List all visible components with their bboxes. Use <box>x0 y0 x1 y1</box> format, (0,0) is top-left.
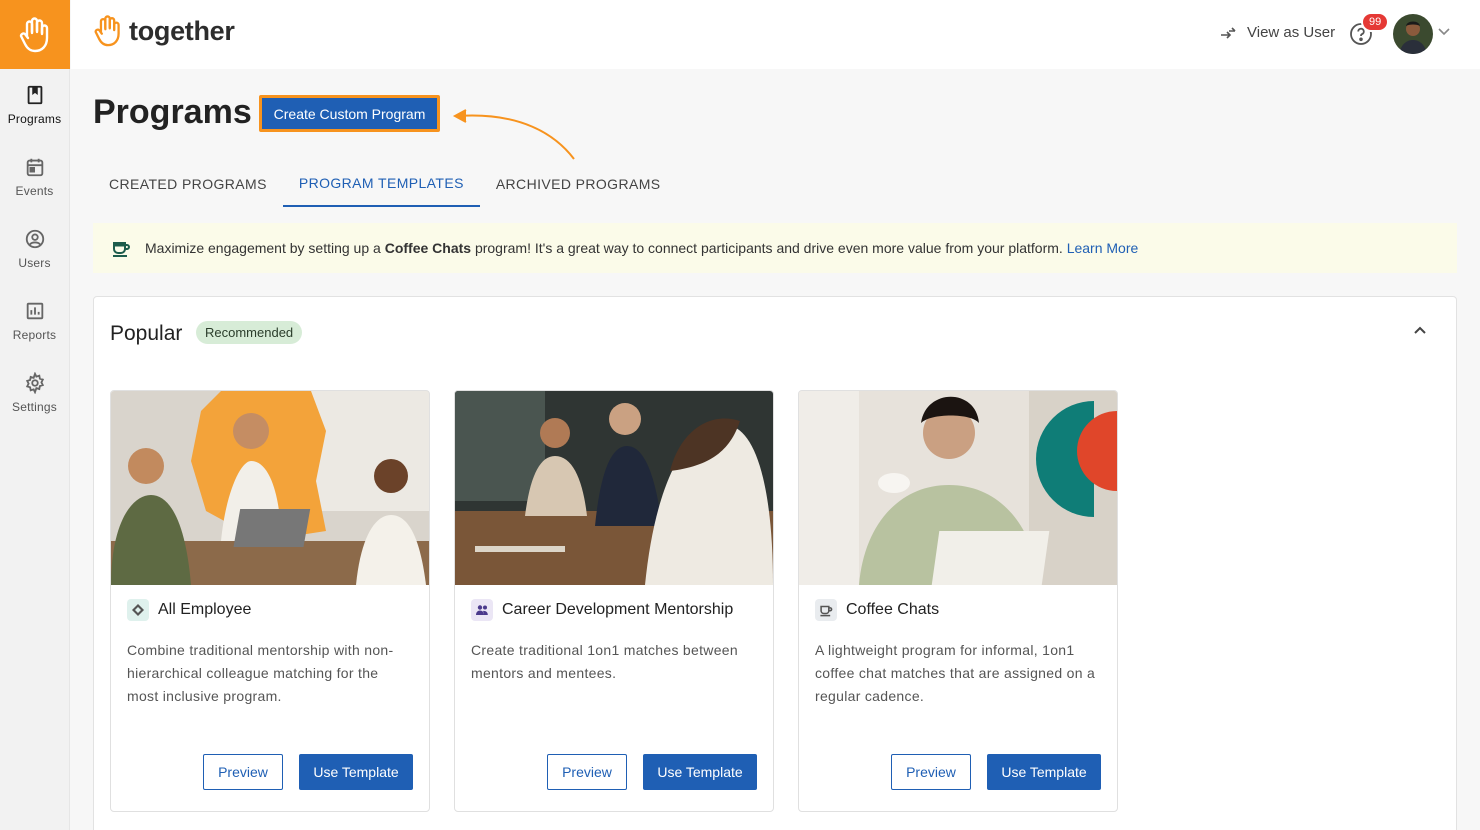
preview-button[interactable]: Preview <box>203 754 283 790</box>
banner-text: Maximize engagement by setting up a Coff… <box>145 240 1139 256</box>
tab-created-programs[interactable]: CREATED PROGRAMS <box>93 160 283 207</box>
career-mentorship-photo <box>455 391 773 585</box>
swap-arrows-icon <box>1221 26 1236 39</box>
people-icon <box>471 599 493 621</box>
preview-button[interactable]: Preview <box>547 754 627 790</box>
top-bar: together View as User 99 <box>71 0 1480 69</box>
card-title: Career Development Mentorship <box>502 601 734 618</box>
brand-logo[interactable]: together <box>93 14 235 48</box>
sidebar: Programs Events Users Reports Settings <box>0 0 70 830</box>
sidebar-item-settings[interactable]: Settings <box>0 357 69 429</box>
create-custom-program-button[interactable]: Create Custom Program <box>259 95 440 132</box>
tab-program-templates[interactable]: PROGRAM TEMPLATES <box>282 160 480 207</box>
card-description: Combine traditional mentorship with non-… <box>127 642 394 704</box>
coffee-cup-icon <box>113 242 130 257</box>
user-circle-icon <box>25 229 44 249</box>
sidebar-item-label: Users <box>18 256 51 270</box>
view-as-user-button[interactable]: View as User <box>1219 24 1335 41</box>
all-employee-photo <box>111 391 429 585</box>
preview-button[interactable]: Preview <box>891 754 971 790</box>
popular-section: Popular Recommended All Employee Combine… <box>93 296 1457 830</box>
book-icon <box>27 85 42 105</box>
bar-chart-icon <box>26 302 43 320</box>
sidebar-item-label: Programs <box>7 112 62 126</box>
recommended-badge: Recommended <box>196 321 303 344</box>
view-as-user-label: View as User <box>1247 24 1336 41</box>
template-card-career-development-mentorship: Career Development Mentorship Create tra… <box>454 390 774 812</box>
arrow-annotation-icon <box>452 109 575 160</box>
coffee-icon <box>815 599 837 621</box>
template-card-all-employee: All Employee Combine traditional mentors… <box>110 390 430 812</box>
calendar-icon <box>26 158 43 177</box>
card-header: Coffee Chats <box>815 599 939 621</box>
avatar[interactable] <box>1393 14 1433 54</box>
diamond-icon <box>127 599 149 621</box>
use-template-button[interactable]: Use Template <box>299 754 413 790</box>
sidebar-item-events[interactable]: Events <box>0 141 69 213</box>
notification-badge: 99 <box>1361 12 1390 32</box>
card-header: Career Development Mentorship <box>471 599 733 621</box>
chevron-up-icon[interactable] <box>1413 325 1427 335</box>
card-title: Coffee Chats <box>846 601 940 618</box>
gear-icon <box>25 372 44 394</box>
sidebar-item-programs[interactable]: Programs <box>0 69 69 141</box>
sidebar-item-users[interactable]: Users <box>0 213 69 285</box>
card-title: All Employee <box>158 601 252 618</box>
page-title: Programs <box>93 93 252 131</box>
brand-name: together <box>129 15 235 46</box>
section-title: Popular <box>110 322 183 345</box>
chevron-down-icon[interactable] <box>1437 27 1451 37</box>
sidebar-item-reports[interactable]: Reports <box>0 285 69 357</box>
tab-bar: CREATED PROGRAMS PROGRAM TEMPLATES ARCHI… <box>93 160 677 207</box>
sidebar-item-label: Reports <box>12 328 57 342</box>
hand-logo-icon <box>94 15 120 47</box>
sidebar-item-label: Events <box>15 184 54 198</box>
card-description: A lightweight program for informal, 1on1… <box>815 642 1096 704</box>
use-template-button[interactable]: Use Template <box>987 754 1101 790</box>
tab-archived-programs[interactable]: ARCHIVED PROGRAMS <box>480 160 677 207</box>
card-header: All Employee <box>127 599 251 621</box>
card-description: Create traditional 1on1 matches between … <box>471 642 738 681</box>
coffee-chats-photo <box>799 391 1117 585</box>
template-card-coffee-chats: Coffee Chats A lightweight program for i… <box>798 390 1118 812</box>
coffee-chats-banner: Maximize engagement by setting up a Coff… <box>93 223 1457 273</box>
learn-more-link[interactable]: Learn More <box>1067 240 1139 256</box>
sidebar-item-label: Settings <box>12 400 57 414</box>
logo-hand-icon[interactable] <box>0 0 70 69</box>
use-template-button[interactable]: Use Template <box>643 754 757 790</box>
